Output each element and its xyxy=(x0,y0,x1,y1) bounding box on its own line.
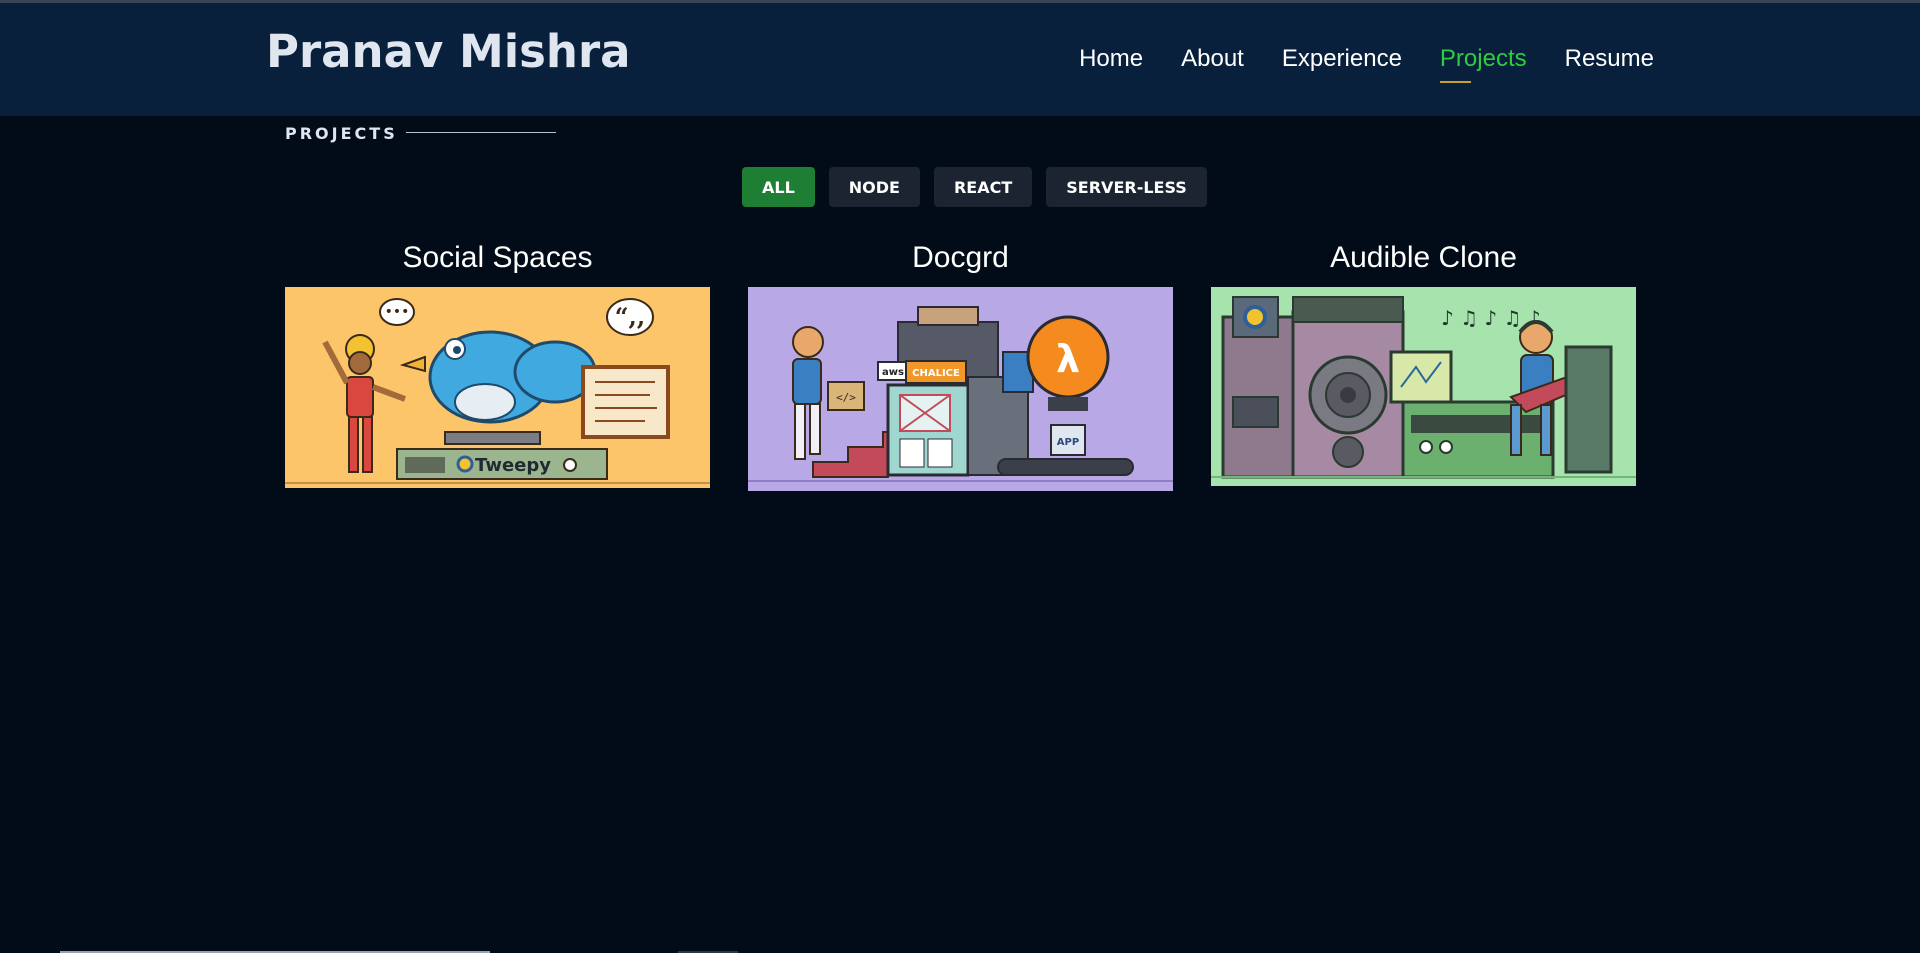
filter-react-button[interactable]: REACT xyxy=(933,167,1033,207)
svg-text:</>: </> xyxy=(836,391,856,404)
brand-logo[interactable]: Pranav Mishra xyxy=(266,25,631,78)
filter-node-button[interactable]: NODE xyxy=(828,167,920,207)
nav-about[interactable]: About xyxy=(1181,45,1244,73)
project-card[interactable]: Docgrd </> aws CHALICE λ APP xyxy=(748,240,1173,491)
section-label: PROJECTS xyxy=(285,124,398,143)
project-grid: Social Spaces ••• “,, Tweepy Docgrd </> … xyxy=(285,240,1636,491)
nav-experience[interactable]: Experience xyxy=(1282,45,1402,73)
project-image[interactable]: ••• “,, Tweepy xyxy=(285,287,710,488)
filter-serverless-button[interactable]: SERVER-LESS xyxy=(1046,167,1207,207)
project-title[interactable]: Docgrd xyxy=(748,240,1173,287)
music-amplifier-illustration: ♪ ♫ ♪ ♫ ♪ xyxy=(1211,287,1636,486)
nav-projects[interactable]: Projects xyxy=(1439,45,1527,83)
nav-home[interactable]: Home xyxy=(1079,45,1143,73)
chalice-label: CHALICE xyxy=(912,368,960,379)
site-header: Pranav Mishra Home About Experience Proj… xyxy=(0,3,1920,116)
filter-all-button[interactable]: ALL xyxy=(742,167,815,207)
project-image[interactable]: </> aws CHALICE λ APP xyxy=(748,287,1173,491)
twitter-bird-illustration: ••• “,, Tweepy xyxy=(285,287,710,488)
project-filters: ALL NODE REACT SERVER-LESS xyxy=(742,167,1207,207)
project-image[interactable]: ♪ ♫ ♪ ♫ ♪ xyxy=(1211,287,1636,486)
svg-text:“,,: “,, xyxy=(615,302,646,331)
nav-resume[interactable]: Resume xyxy=(1565,45,1654,73)
section-divider xyxy=(406,132,556,133)
project-card[interactable]: Social Spaces ••• “,, Tweepy xyxy=(285,240,710,491)
main-nav: Home About Experience Projects Resume xyxy=(1079,45,1654,83)
project-title[interactable]: Audible Clone xyxy=(1211,240,1636,287)
app-label: APP xyxy=(1057,437,1079,448)
svg-text:•••: ••• xyxy=(385,304,410,320)
project-card[interactable]: Audible Clone ♪ ♫ ♪ ♫ ♪ xyxy=(1211,240,1636,491)
aws-label: aws xyxy=(882,367,904,378)
tweepy-label: Tweepy xyxy=(475,455,551,476)
svg-text:λ: λ xyxy=(1056,337,1080,381)
serverless-illustration: </> aws CHALICE λ APP xyxy=(748,287,1173,491)
project-title[interactable]: Social Spaces xyxy=(285,240,710,287)
